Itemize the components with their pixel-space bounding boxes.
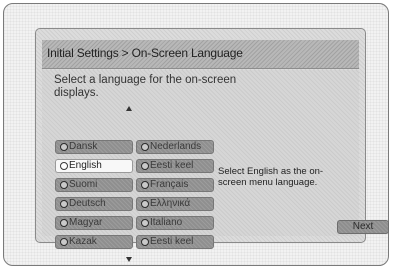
language-option-dansk[interactable]: Dansk [55, 140, 133, 154]
language-label: Deutsch [69, 198, 106, 209]
language-label: Nederlands [150, 141, 202, 152]
scroll-up-icon[interactable] [126, 106, 132, 111]
radio-icon [141, 219, 149, 227]
radio-icon [60, 200, 68, 208]
radio-icon [141, 238, 149, 246]
language-label: Ελληνικά [150, 198, 191, 209]
next-button[interactable]: Next [337, 220, 389, 234]
language-option-deutsch[interactable]: Deutsch [55, 197, 133, 211]
language-label: Dansk [69, 141, 98, 152]
radio-icon [60, 181, 68, 189]
language-option-eesti-keel[interactable]: Eesti keel [136, 159, 214, 173]
language-label: Français [150, 179, 189, 190]
dialog-title: Initial Settings > On-Screen Language [47, 46, 243, 60]
dialog-content: Select a language for the on-screen disp… [42, 70, 389, 262]
title-bar: Initial Settings > On-Screen Language [42, 39, 359, 69]
language-option-francais[interactable]: Français [136, 178, 214, 192]
scroll-down-icon[interactable] [126, 257, 132, 262]
radio-icon [60, 219, 68, 227]
language-option-kazak[interactable]: Kazak [55, 235, 133, 249]
instruction-text: Select a language for the on-screen disp… [54, 74, 237, 99]
language-option-eesti-keel-2[interactable]: Eesti keel [136, 235, 214, 249]
language-label: Suomi [69, 179, 98, 190]
radio-icon [141, 181, 149, 189]
language-option-english[interactable]: English [55, 159, 133, 173]
radio-icon [141, 200, 149, 208]
language-option-suomi[interactable]: Suomi [55, 178, 133, 192]
radio-icon [60, 238, 68, 246]
radio-icon [60, 143, 68, 151]
radio-icon [60, 162, 68, 170]
language-option-italiano[interactable]: Italiano [136, 216, 214, 230]
radio-icon [141, 143, 149, 151]
language-label: Italiano [150, 217, 183, 228]
language-option-ellinika[interactable]: Ελληνικά [136, 197, 214, 211]
on-screen-language-dialog: Initial Settings > On-Screen Language Se… [35, 28, 389, 262]
language-option-magyar[interactable]: Magyar [55, 216, 133, 230]
language-label: Eesti keel [150, 236, 194, 247]
language-label: Magyar [69, 217, 103, 228]
radio-icon [141, 162, 149, 170]
language-label: English [69, 160, 102, 171]
language-label: Kazak [69, 236, 97, 247]
language-label: Eesti keel [150, 160, 194, 171]
tv-screen-frame: Initial Settings > On-Screen Language Se… [3, 3, 389, 266]
help-text: Select English as the on-screen menu lan… [218, 166, 324, 188]
language-option-nederlands[interactable]: Nederlands [136, 140, 214, 154]
